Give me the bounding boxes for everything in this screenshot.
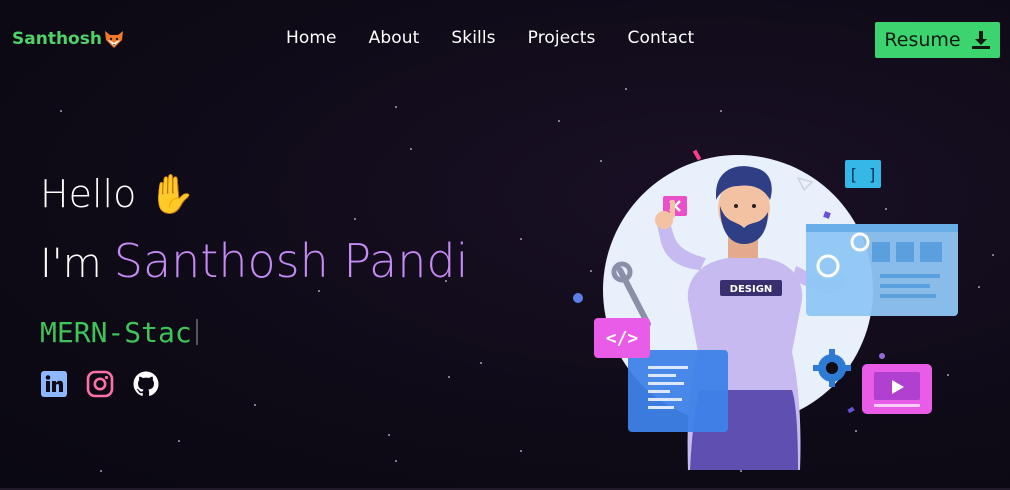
social-links (40, 370, 468, 398)
nav-contact[interactable]: Contact (627, 28, 694, 48)
fox-icon (104, 31, 123, 48)
intro-line: I'm Santhosh Pandi (40, 234, 468, 292)
typed-role-text: MERN-Stac (40, 315, 192, 349)
brand-name: Santhosh (12, 29, 102, 49)
linkedin-icon[interactable] (40, 370, 68, 398)
typed-role: MERN-Stac (40, 314, 468, 350)
resume-button-label: Resume (884, 29, 961, 51)
top-navbar: Santhosh Home About Skills Projects Cont… (0, 0, 1010, 80)
wave-hand-icon: ✋ (148, 171, 196, 216)
design-badge-text: DESIGN (730, 284, 773, 295)
intro-prefix: I'm (40, 241, 102, 287)
instagram-icon[interactable] (86, 370, 114, 398)
nav-home[interactable]: Home (286, 28, 337, 48)
github-icon[interactable] (132, 370, 160, 398)
main-nav: Home About Skills Projects Contact (286, 28, 726, 48)
nav-skills[interactable]: Skills (451, 28, 495, 48)
greeting-text: Hello (40, 172, 137, 216)
brand-logo[interactable]: Santhosh (12, 29, 125, 49)
resume-download-button[interactable]: Resume (875, 22, 1000, 58)
svg-text:</>: </> (606, 328, 639, 349)
typing-cursor (195, 319, 198, 345)
greeting-line: Hello ✋ (40, 168, 468, 220)
download-icon (971, 31, 990, 49)
hero-intro: Hello ✋ I'm Santhosh Pandi MERN-Stac (40, 168, 468, 398)
hero-name: Santhosh Pandi (113, 234, 469, 288)
nav-about[interactable]: About (369, 28, 420, 48)
svg-text:[ ]: [ ] (849, 165, 878, 184)
developer-illustration: [ ] DESIGN </> (573, 149, 958, 470)
nav-projects[interactable]: Projects (528, 28, 596, 48)
